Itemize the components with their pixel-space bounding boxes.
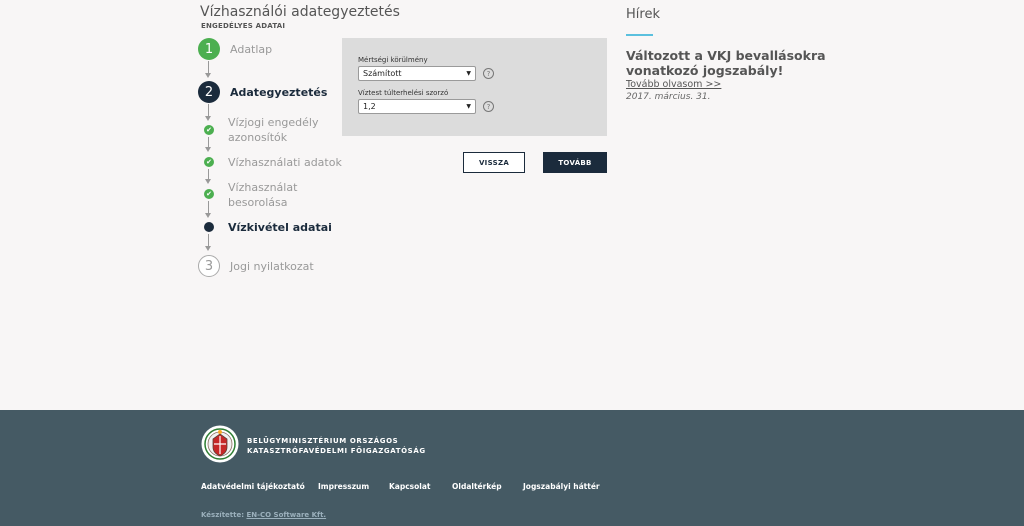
page-title: Vízhasználói adategyeztetés xyxy=(200,4,400,20)
caret-down-icon: ▼ xyxy=(466,103,471,110)
read-more-link[interactable]: Tovább olvasom >> xyxy=(626,79,721,90)
organization-logo xyxy=(201,425,239,463)
footer-link-contact[interactable]: Kapcsolat xyxy=(389,482,431,491)
news-title-underline xyxy=(626,34,653,36)
page-subtitle: ENGEDÉLYES ADATAI xyxy=(201,22,286,30)
substep-label[interactable]: Vízhasználati adatok xyxy=(228,155,342,170)
step-connector xyxy=(208,169,209,179)
step-connector xyxy=(208,61,209,73)
arrow-down-icon xyxy=(205,147,211,152)
measurement-select[interactable]: Számított ▼ xyxy=(358,66,476,81)
form-panel: Mértségi körülmény Számított ▼ ? Víztest… xyxy=(342,38,607,136)
multiplier-select[interactable]: 1,2 ▼ xyxy=(358,99,476,114)
field-2-label: Víztest túlterhelési szorzó xyxy=(358,89,449,97)
substep-label[interactable]: Vízjogi engedély azonosítók xyxy=(228,115,318,145)
step-connector xyxy=(208,234,209,246)
credit: Készítette: EN-CO Software Kft. xyxy=(201,511,327,519)
step-3-number: 3 xyxy=(198,255,220,277)
credit-link[interactable]: EN-CO Software Kft. xyxy=(246,511,326,519)
arrow-down-icon xyxy=(205,73,211,78)
caret-down-icon: ▼ xyxy=(466,70,471,77)
substep-label-current: Vízkivétel adatai xyxy=(228,221,332,234)
help-icon[interactable]: ? xyxy=(483,101,494,112)
back-button[interactable]: VISSZA xyxy=(463,152,525,173)
field-1-label: Mértségi körülmény xyxy=(358,56,428,64)
current-substep-dot xyxy=(204,222,214,232)
footer-link-privacy[interactable]: Adatvédelmi tájékoztató xyxy=(201,482,305,491)
footer-link-legal[interactable]: Jogszabályi háttér xyxy=(523,482,600,491)
step-connector xyxy=(208,137,209,147)
check-icon: ✔ xyxy=(204,157,214,167)
step-2-label: Adategyeztetés xyxy=(230,86,328,99)
step-2-number: 2 xyxy=(198,81,220,103)
arrow-down-icon xyxy=(205,213,211,218)
footer-link-impressum[interactable]: Impresszum xyxy=(318,482,369,491)
news-title: Hírek xyxy=(626,7,660,22)
check-icon: ✔ xyxy=(204,189,214,199)
organization-name: BELÜGYMINISZTÉRIUM ORSZÁGOS KATASZTRÓFAV… xyxy=(247,437,426,455)
news-headline: Változott a VKJ bevallásokra vonatkozó j… xyxy=(626,48,826,78)
next-button[interactable]: TOVÁBB xyxy=(543,152,607,173)
footer-link-sitemap[interactable]: Oldaltérkép xyxy=(452,482,502,491)
step-connector xyxy=(208,201,209,213)
footer: BELÜGYMINISZTÉRIUM ORSZÁGOS KATASZTRÓFAV… xyxy=(0,410,1024,526)
arrow-down-icon xyxy=(205,116,211,121)
step-1-label[interactable]: Adatlap xyxy=(230,42,272,57)
step-3-label: Jogi nyilatkozat xyxy=(230,260,314,273)
arrow-down-icon xyxy=(205,179,211,184)
step-connector xyxy=(208,104,209,116)
arrow-down-icon xyxy=(205,246,211,251)
news-date: 2017. március. 31. xyxy=(626,92,711,102)
substep-label[interactable]: Vízhasználat besorolása xyxy=(228,180,297,210)
help-icon[interactable]: ? xyxy=(483,68,494,79)
check-icon: ✔ xyxy=(204,125,214,135)
step-1-number: 1 xyxy=(198,38,220,60)
